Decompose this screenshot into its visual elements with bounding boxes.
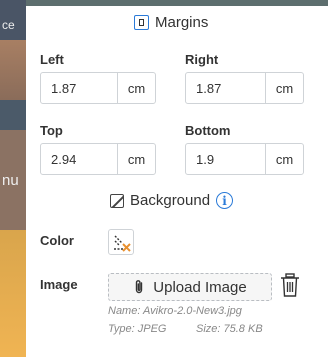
- right-margin-label: Right: [185, 52, 219, 67]
- background-text-fragment: ce: [2, 18, 15, 32]
- margins-title: Margins: [155, 14, 209, 31]
- background-text-fragment: nu: [2, 172, 19, 189]
- margins-icon: [134, 15, 149, 30]
- top-margin-field[interactable]: 2.94 cm: [40, 143, 156, 175]
- background-canvas-strip: ce nu: [0, 0, 26, 357]
- color-picker-button[interactable]: [108, 229, 134, 255]
- color-label: Color: [40, 233, 74, 248]
- file-name-text: Name: Avikro-2.0-New3.jpg: [108, 305, 242, 317]
- paperclip-icon: [136, 280, 143, 294]
- left-margin-value[interactable]: 1.87: [41, 73, 117, 103]
- bottom-margin-unit: cm: [265, 144, 303, 174]
- top-margin-value[interactable]: 2.94: [41, 144, 117, 174]
- background-header: Background i: [110, 192, 234, 209]
- left-margin-unit: cm: [117, 73, 155, 103]
- file-size-text: Size: 75.8 KB: [196, 323, 263, 335]
- margins-header: Margins: [134, 14, 208, 31]
- background-icon: [110, 193, 124, 208]
- no-color-icon: [114, 235, 131, 252]
- upload-image-button[interactable]: Upload Image: [108, 273, 272, 301]
- right-margin-field[interactable]: 1.87 cm: [185, 72, 304, 104]
- image-label: Image: [40, 277, 78, 292]
- top-margin-unit: cm: [117, 144, 155, 174]
- upload-image-label: Upload Image: [153, 278, 247, 296]
- trash-icon[interactable]: [279, 272, 301, 298]
- page-settings-panel: Margins Left 1.87 cm Right 1.87 cm Top 2…: [26, 0, 328, 357]
- bottom-margin-value[interactable]: 1.9: [186, 144, 265, 174]
- background-title: Background: [130, 192, 211, 209]
- right-margin-unit: cm: [265, 73, 303, 103]
- top-margin-label: Top: [40, 123, 63, 138]
- bottom-margin-field[interactable]: 1.9 cm: [185, 143, 304, 175]
- right-margin-value[interactable]: 1.87: [186, 73, 265, 103]
- info-icon[interactable]: i: [216, 192, 234, 209]
- left-margin-label: Left: [40, 52, 64, 67]
- bottom-margin-label: Bottom: [185, 123, 231, 138]
- file-type-text: Type: JPEG: [108, 323, 167, 335]
- left-margin-field[interactable]: 1.87 cm: [40, 72, 156, 104]
- panel-top-edge: [26, 0, 328, 6]
